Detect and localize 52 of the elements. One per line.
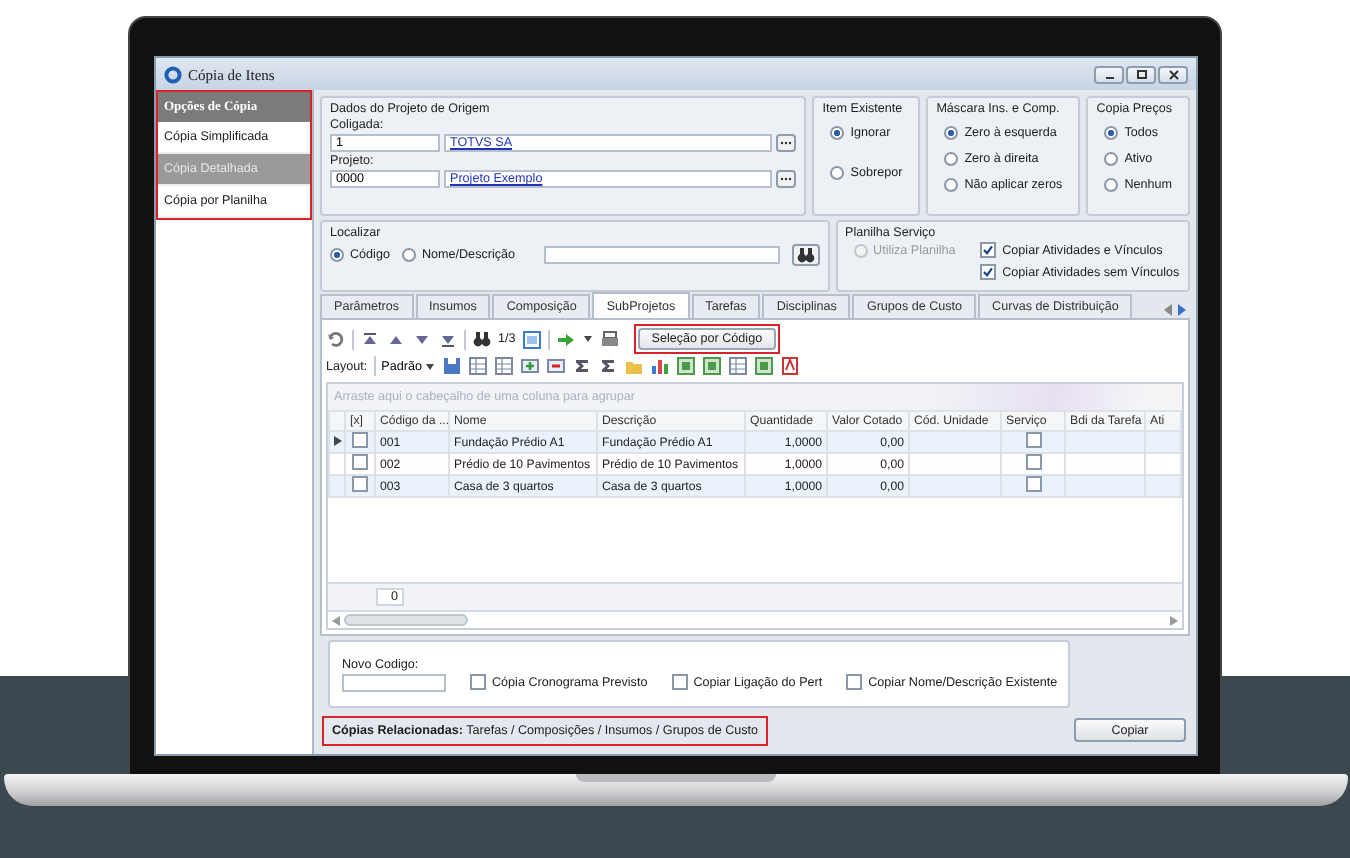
checkbox[interactable]	[352, 433, 368, 448]
minimize-button[interactable]	[1094, 65, 1124, 83]
bar-chart-icon[interactable]	[649, 356, 670, 376]
sum-icon[interactable]	[597, 356, 618, 376]
input-field[interactable]	[342, 673, 446, 691]
radio-button[interactable]	[1104, 152, 1119, 166]
checkbox[interactable]	[470, 674, 486, 690]
browse-button[interactable]	[776, 170, 797, 188]
grid-icon[interactable]	[727, 356, 748, 376]
sum-icon[interactable]	[571, 356, 592, 376]
add-row-icon[interactable]	[519, 356, 540, 376]
radio-button[interactable]	[1104, 178, 1119, 192]
caret-icon[interactable]	[581, 334, 594, 344]
scroll-left-icon[interactable]	[1162, 302, 1174, 318]
radio-button[interactable]	[944, 126, 959, 140]
scroll-right-icon[interactable]	[1170, 615, 1178, 625]
scroll-left-icon[interactable]	[332, 615, 340, 625]
checkbox[interactable]	[671, 674, 688, 690]
checkbox[interactable]	[1025, 433, 1041, 448]
ellipsis-icon	[780, 140, 793, 146]
checkbox[interactable]	[980, 242, 997, 258]
save-icon[interactable]	[441, 356, 462, 376]
search-field[interactable]	[543, 246, 780, 264]
document-icon[interactable]	[779, 356, 800, 376]
radio-button[interactable]	[830, 166, 845, 180]
move-first-icon[interactable]	[360, 329, 380, 349]
scroll-right-icon[interactable]	[1176, 302, 1188, 318]
binoculars-icon[interactable]	[472, 329, 492, 349]
close-button[interactable]	[1158, 65, 1188, 83]
radio-button[interactable]	[830, 126, 845, 140]
delete-row-icon[interactable]	[545, 356, 566, 376]
radio-button[interactable]	[944, 178, 959, 192]
app-logo-icon	[164, 65, 182, 83]
maximize-icon	[1133, 67, 1149, 81]
checkbox[interactable]	[980, 264, 997, 280]
radio-button[interactable]	[1104, 126, 1119, 140]
refresh-icon[interactable]	[326, 329, 346, 349]
radio-button[interactable]	[944, 152, 959, 166]
scrollbar-thumb[interactable]	[344, 614, 468, 626]
checkbox[interactable]	[846, 674, 863, 690]
radio-button[interactable]	[401, 248, 416, 262]
checkbox[interactable]	[352, 477, 368, 492]
ellipsis-icon	[780, 176, 793, 182]
checkbox[interactable]	[1025, 477, 1041, 492]
checkbox[interactable]	[1025, 455, 1041, 470]
checkbox[interactable]	[352, 455, 368, 470]
printer-icon[interactable]	[599, 329, 620, 349]
radio-button[interactable]	[330, 248, 344, 262]
close-icon	[1165, 67, 1181, 81]
maximize-button[interactable]	[1126, 65, 1156, 83]
browse-button[interactable]	[776, 134, 797, 152]
caret-icon[interactable]	[423, 361, 436, 371]
